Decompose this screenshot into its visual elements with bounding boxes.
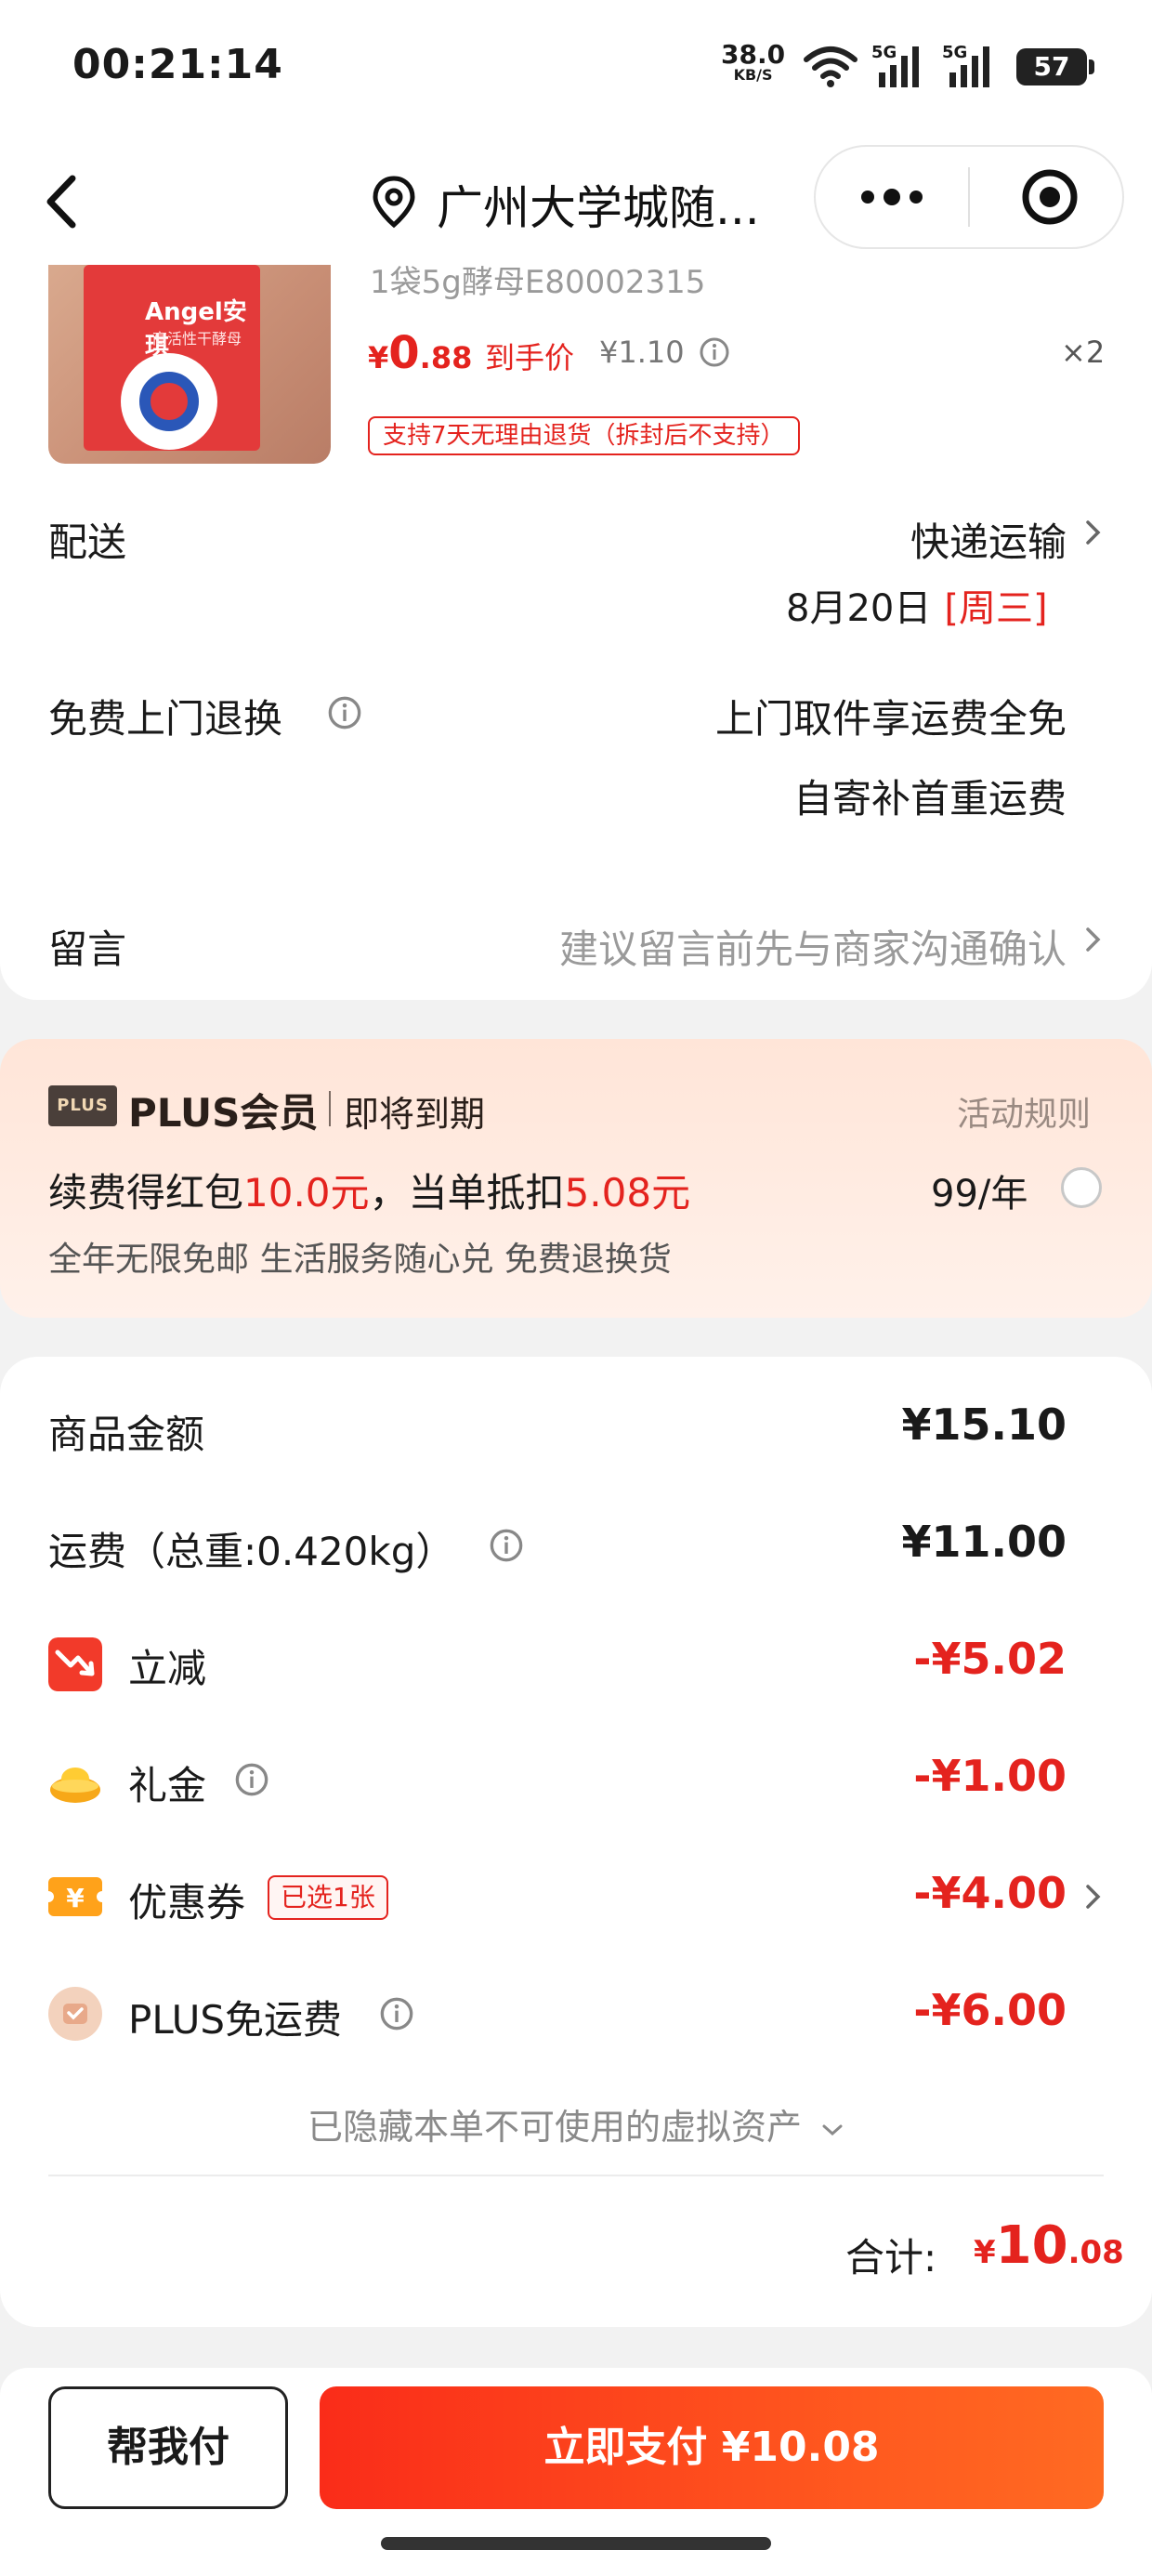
free-return-label: 免费上门退换 — [48, 696, 283, 742]
total-value: ¥10.08 — [974, 2215, 1124, 2276]
logo-swirl-inner — [139, 372, 199, 431]
gift-value: -¥1.00 — [913, 1751, 1067, 1801]
product-quantity: ×2 — [1061, 335, 1106, 370]
total-decimal: .08 — [1067, 2234, 1124, 2271]
plus-renew-offer: 续费得红包10.0元，当单抵扣5.08元 — [48, 1162, 690, 1218]
plus-shipping-icon — [48, 1987, 102, 2041]
price-drop-icon — [48, 1637, 102, 1691]
chevron-right-icon[interactable] — [1083, 1881, 1104, 1912]
product-price: ¥0.88 — [368, 327, 472, 379]
plus-free-shipping-label: PLUS免运费 — [128, 1997, 343, 2043]
renew-deduct: 5.08元 — [564, 1170, 691, 1216]
message-input[interactable]: 建议留言前先与商家沟通确认 — [390, 918, 1067, 975]
delivery-date-text: 8月20日 — [786, 587, 932, 630]
free-return-line2: 自寄补首重运费 — [792, 776, 1067, 821]
info-icon[interactable] — [379, 1996, 414, 2031]
cell-signal-icon: 5G — [871, 43, 931, 89]
status-time: 00:21:14 — [72, 41, 283, 88]
plus-rules-link[interactable]: 活动规则 — [957, 1087, 1091, 1136]
final-price-label: 到手价 — [485, 340, 575, 375]
shipping-value: ¥11.00 — [901, 1517, 1067, 1567]
message-label: 留言 — [48, 927, 127, 972]
renew-mid: ，当单抵扣 — [369, 1170, 565, 1216]
hidden-assets-toggle[interactable]: 已隐藏本单不可使用的虚拟资产 — [0, 2098, 1152, 2149]
cell-signal-icon-2: 5G — [942, 43, 1001, 89]
chevron-right-icon[interactable] — [1083, 924, 1104, 955]
return-policy-badge: 支持7天无理由退货（拆封后不支持） — [368, 416, 800, 455]
plus-badge: PLUS — [48, 1085, 117, 1126]
coupon-value[interactable]: -¥4.00 — [780, 1868, 1067, 1918]
package-subtitle: 高活性干酵母 — [152, 330, 242, 348]
coupon-icon: ¥ — [48, 1877, 102, 1916]
price-integer: 0 — [388, 327, 420, 379]
renew-prefix: 续费得红包 — [48, 1170, 244, 1216]
coupon-selected-badge: 已选1张 — [268, 1875, 388, 1920]
plus-divider — [329, 1091, 331, 1126]
price-decimal: .88 — [419, 340, 473, 375]
free-return-line1: 上门取件享运费全免 — [714, 696, 1067, 742]
info-icon[interactable] — [234, 1762, 269, 1797]
delivery-date: 8月20日 [周三] — [786, 578, 1048, 632]
delivery-weekday: [周三] — [944, 587, 1048, 630]
plus-price: 99/年 — [931, 1173, 1028, 1216]
help-pay-button[interactable]: 帮我付 — [48, 2386, 288, 2509]
product-image[interactable]: Angel安琪 高活性干酵母 — [48, 265, 331, 464]
total-currency: ¥ — [974, 2234, 996, 2271]
plus-select-radio[interactable] — [1061, 1167, 1102, 1208]
delivery-label: 配送 — [48, 519, 127, 565]
chevron-right-icon[interactable] — [1083, 517, 1104, 548]
info-icon[interactable] — [489, 1528, 524, 1563]
plus-title: PLUS会员 — [128, 1090, 319, 1136]
price-currency: ¥ — [368, 340, 389, 375]
product-title[interactable]: 1袋5g酵母E80002315 — [370, 256, 705, 302]
discount-label: 立减 — [128, 1646, 207, 1691]
renew-amount: 10.0元 — [243, 1170, 370, 1216]
goods-amount-value: ¥15.10 — [901, 1400, 1067, 1450]
home-indicator[interactable] — [381, 2537, 771, 2550]
svg-text:¥: ¥ — [66, 1883, 85, 1913]
total-integer: 10 — [995, 2215, 1068, 2276]
summary-divider — [48, 2175, 1104, 2176]
delivery-method[interactable]: 快递运输 — [799, 511, 1067, 568]
capsule-divider — [968, 167, 970, 227]
hidden-assets-text: 已隐藏本单不可使用的虚拟资产 — [307, 2107, 802, 2148]
gold-ingot-icon — [50, 1768, 100, 1803]
coupon-label: 优惠券 — [128, 1880, 246, 1925]
discount-value: -¥5.02 — [913, 1634, 1067, 1684]
total-label: 合计: — [845, 2235, 937, 2280]
plus-expire: 即将到期 — [344, 1094, 486, 1135]
more-icon[interactable] — [855, 180, 929, 214]
back-arrow-icon[interactable] — [37, 169, 93, 234]
chevron-down-icon — [822, 2124, 843, 2136]
battery-icon: 57 — [1016, 48, 1094, 85]
close-target-icon[interactable] — [1020, 167, 1080, 227]
shipping-label: 运费（总重:0.420kg） — [48, 1529, 455, 1574]
price-summary-card — [0, 1357, 1152, 2327]
gift-label: 礼金 — [128, 1763, 207, 1808]
net-speed: 38.0 KB/S — [721, 42, 785, 84]
plus-benefits: 全年无限免邮 生活服务随心兑 免费退换货 — [48, 1241, 672, 1279]
original-price: ¥1.10 — [599, 335, 685, 370]
location-pin-icon — [373, 176, 415, 229]
wifi-icon — [804, 46, 857, 87]
pay-now-button[interactable]: 立即支付 ¥10.08 — [320, 2386, 1104, 2509]
page-title[interactable]: 广州大学城随... — [437, 171, 760, 238]
info-icon[interactable] — [699, 336, 730, 368]
info-icon[interactable] — [327, 695, 362, 730]
plus-free-shipping-value: -¥6.00 — [913, 1985, 1067, 2035]
goods-amount-label: 商品金额 — [48, 1412, 205, 1457]
